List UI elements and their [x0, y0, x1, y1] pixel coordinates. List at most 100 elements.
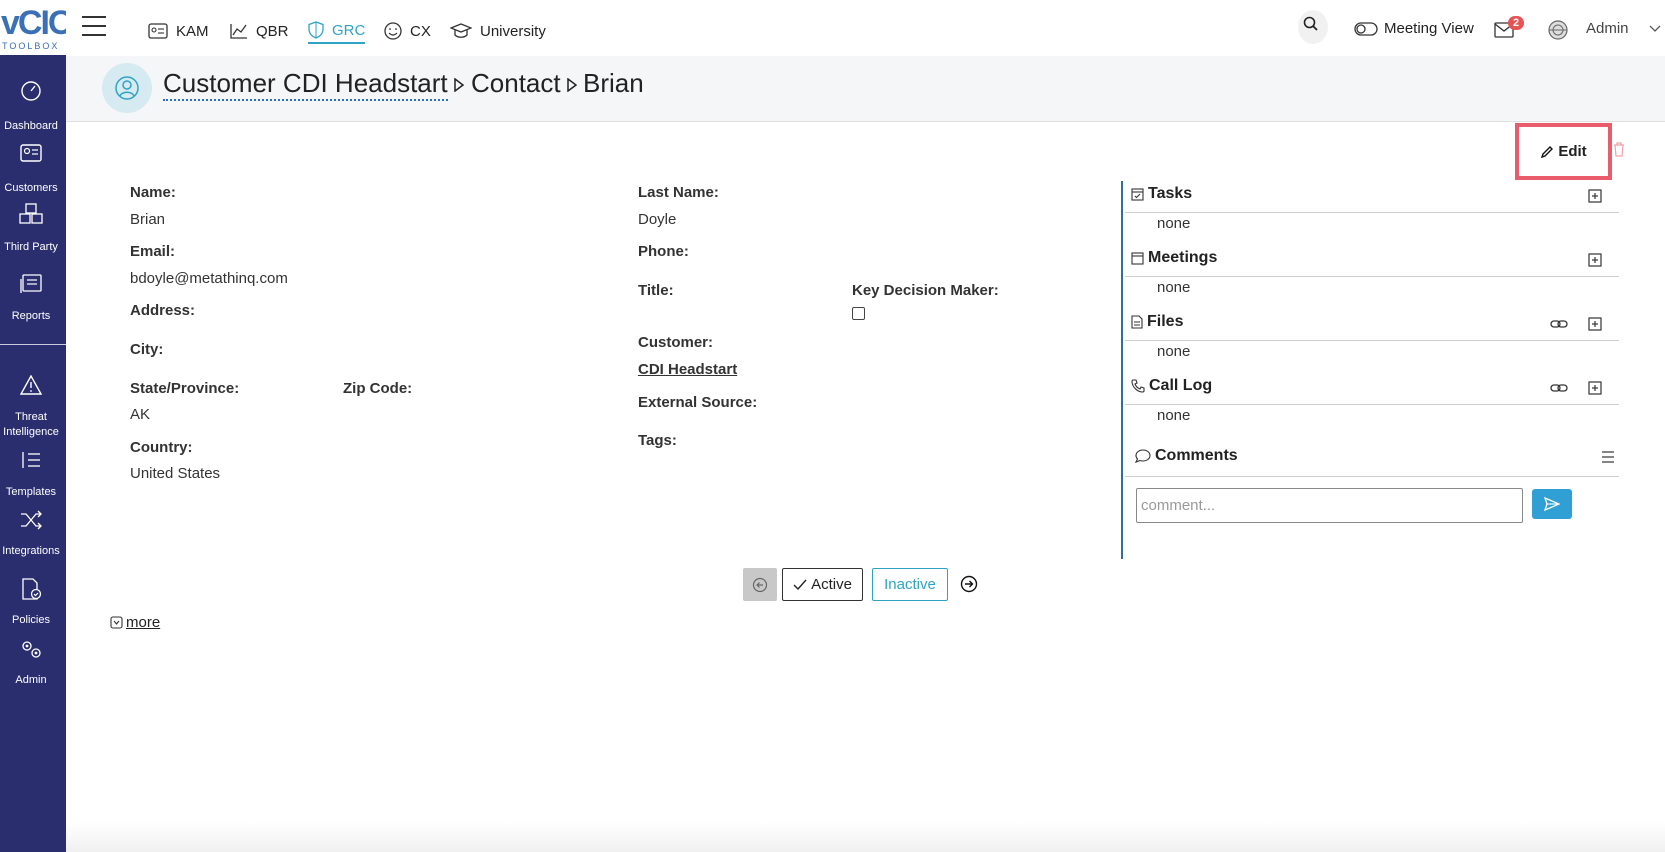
shield-icon — [308, 21, 324, 39]
customer-link[interactable]: CDI Headstart — [638, 361, 737, 378]
call-log-header: Call Log — [1125, 373, 1619, 405]
reports-icon — [20, 274, 42, 293]
state-value: AK — [130, 406, 151, 423]
breadcrumb-section[interactable]: Contact — [471, 68, 561, 99]
sidebar-item-dashboard[interactable]: Dashboard — [0, 80, 62, 132]
sidebar-item-label: Integrations — [2, 545, 60, 557]
sidebar-item-label: Third Party — [4, 241, 58, 253]
link-icon[interactable] — [1550, 317, 1568, 331]
previous-button[interactable] — [743, 568, 777, 601]
expand-icon — [110, 616, 123, 629]
add-task-icon[interactable] — [1588, 189, 1602, 203]
sidebar-item-customers[interactable]: Customers — [0, 144, 62, 194]
logo-text: vCIO — [1, 4, 74, 42]
send-icon — [1544, 497, 1560, 511]
breadcrumb-current: Brian — [583, 68, 644, 98]
user-circle-icon — [115, 76, 139, 100]
shuffle-icon — [21, 510, 42, 530]
state-label: State/Province: — [130, 380, 240, 397]
sidebar-item-label: Reports — [11, 310, 51, 322]
sidebar-divider — [0, 344, 66, 345]
external-source-label: External Source: — [638, 394, 758, 411]
avatar[interactable] — [1548, 20, 1568, 45]
sidebar-item-templates[interactable]: Templates — [0, 450, 62, 498]
inactive-label: Inactive — [884, 576, 936, 593]
menu-icon[interactable] — [82, 16, 106, 36]
edit-button[interactable]: Edit — [1515, 123, 1612, 180]
city-label: City: — [130, 341, 164, 358]
more-link[interactable]: more — [110, 614, 160, 631]
files-header: Files — [1125, 309, 1619, 341]
email-label: Email: — [130, 243, 176, 260]
gears-icon — [22, 641, 41, 658]
tasks-header: Tasks — [1125, 181, 1619, 213]
breadcrumb-customer-link[interactable]: Customer CDI Headstart — [163, 68, 448, 101]
customers-icon — [20, 144, 42, 162]
tab-cx[interactable]: CX — [384, 18, 431, 44]
add-file-icon[interactable] — [1588, 317, 1602, 331]
activity-panel: Tasks none Meetings none Files none Call… — [1121, 181, 1619, 559]
file-icon — [1131, 315, 1143, 329]
active-status-button[interactable]: Active — [782, 568, 863, 601]
add-meeting-icon[interactable] — [1588, 253, 1602, 267]
mail-button[interactable]: 2 — [1494, 16, 1525, 43]
meetings-empty: none — [1157, 279, 1191, 296]
sidebar-item-policies[interactable]: Policies — [0, 578, 62, 626]
comment-input[interactable] — [1136, 488, 1523, 523]
tab-label: GRC — [332, 21, 366, 39]
graduation-cap-icon — [450, 23, 472, 38]
sidebar-item-label: Templates — [5, 486, 57, 498]
list-menu-icon[interactable] — [1601, 451, 1615, 463]
caret-right-icon — [454, 78, 464, 92]
meeting-view-label: Meeting View — [1384, 20, 1474, 37]
meeting-view-toggle[interactable]: Meeting View — [1354, 20, 1474, 37]
trash-icon[interactable] — [1612, 141, 1626, 157]
policy-document-icon — [22, 578, 42, 600]
check-icon — [793, 579, 807, 590]
sidebar-item-label: Intelligence — [3, 426, 59, 438]
call-log-title: Call Log — [1149, 377, 1213, 394]
user-menu[interactable]: Admin — [1586, 20, 1661, 37]
arrow-right-circle-icon[interactable] — [960, 575, 978, 593]
tab-grc[interactable]: GRC — [308, 18, 366, 44]
send-comment-button[interactable] — [1532, 489, 1572, 519]
add-call-log-icon[interactable] — [1588, 381, 1602, 395]
sidebar-item-integrations[interactable]: Integrations — [0, 510, 62, 557]
globe-icon — [1548, 20, 1568, 40]
tab-kam[interactable]: KAM — [148, 18, 209, 44]
user-name: Admin — [1586, 20, 1629, 37]
inactive-status-button[interactable]: Inactive — [872, 568, 948, 601]
tab-university[interactable]: University — [450, 18, 546, 44]
logo-subtext: TOOLBOX — [2, 41, 60, 51]
calendar-check-icon — [1131, 188, 1144, 201]
speech-bubble-icon — [1135, 449, 1151, 463]
meetings-header: Meetings — [1125, 245, 1619, 277]
search-button[interactable] — [1298, 10, 1328, 44]
key-decision-maker-checkbox[interactable] — [852, 307, 865, 320]
tab-label: CX — [410, 22, 431, 40]
comments-header: Comments — [1125, 437, 1619, 477]
edit-label: Edit — [1558, 143, 1587, 160]
link-icon[interactable] — [1550, 381, 1568, 395]
sidebar-item-label: Admin — [15, 674, 47, 686]
sidebar-item-label: Policies — [12, 614, 50, 626]
call-log-empty: none — [1157, 407, 1191, 424]
country-value: United States — [130, 465, 221, 482]
sidebar-item-admin[interactable]: Admin — [0, 638, 62, 686]
files-title: Files — [1147, 313, 1184, 330]
sidebar-item-label: Dashboard — [4, 120, 58, 132]
logo[interactable]: vCIO TOOLBOX — [0, 0, 74, 55]
sidebar-item-reports[interactable]: Reports — [0, 274, 62, 322]
tags-label: Tags: — [638, 432, 677, 449]
sidebar-item-label: Threat — [15, 411, 47, 423]
sidebar-item-third-party[interactable]: Third Party — [0, 203, 62, 253]
sidebar-item-threat-intelligence[interactable]: Threat Intelligence — [0, 375, 62, 438]
breadcrumb: Customer CDI Headstart Contact Brian — [66, 56, 1665, 122]
tab-qbr[interactable]: QBR — [230, 18, 289, 44]
zip-label: Zip Code: — [343, 380, 413, 397]
pencil-icon — [1541, 145, 1554, 158]
tab-label: KAM — [176, 22, 209, 40]
contact-avatar — [102, 63, 152, 113]
email-value: bdoyle@metathinq.com — [130, 270, 288, 287]
phone-label: Phone: — [638, 243, 689, 260]
